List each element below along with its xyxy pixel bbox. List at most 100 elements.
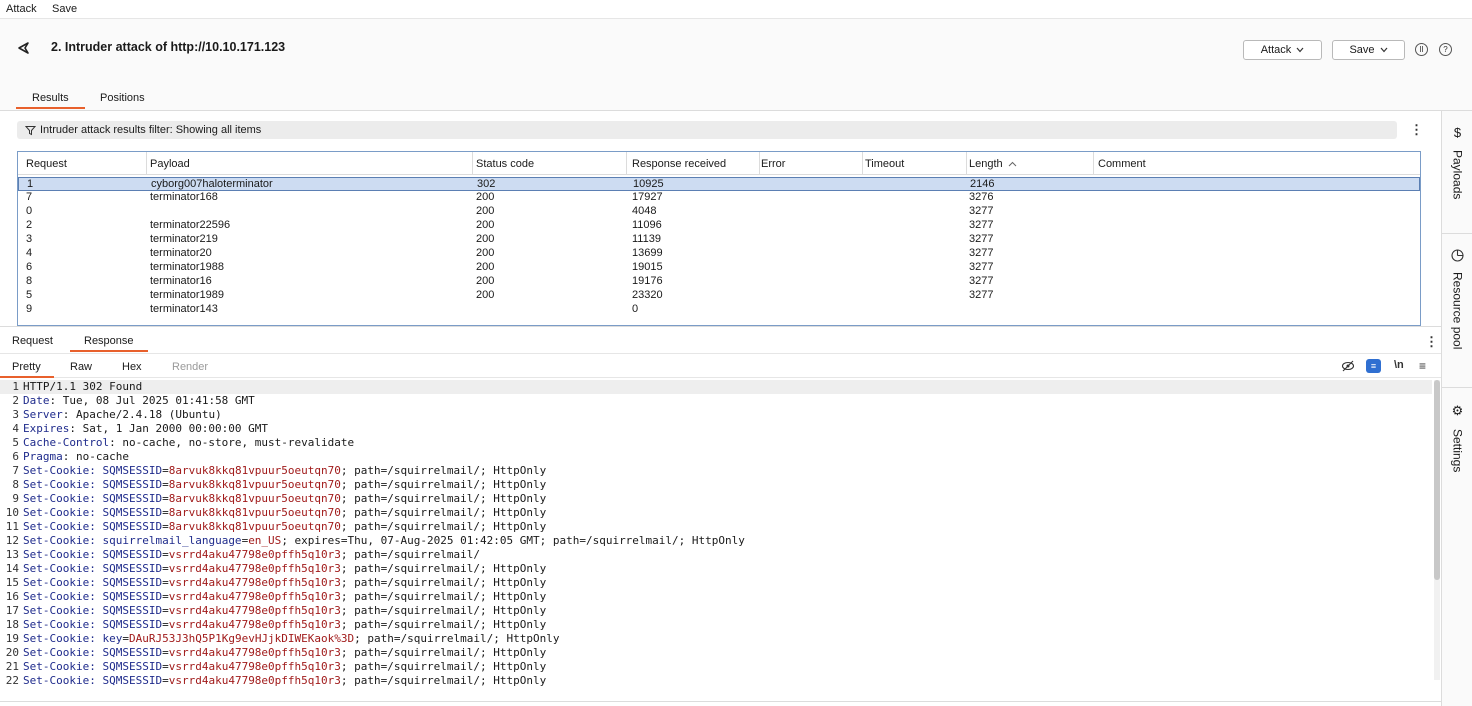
table-row[interactable]: 6 terminator1988 200 19015 3277	[18, 261, 1420, 275]
cookie-attributes: ; path=/squirrelmail/; HttpOnly	[340, 604, 547, 617]
table-row[interactable]: 0 200 4048 3277	[18, 205, 1420, 219]
column-header-payload[interactable]: Payload	[142, 152, 473, 175]
response-scrollbar[interactable]	[1434, 380, 1440, 680]
column-header-length[interactable]: Length	[961, 152, 1094, 175]
line-number: 15	[5, 576, 19, 589]
cell-payload: terminator143	[150, 303, 218, 315]
code-line: 20 Set-Cookie: SQMSESSID=vsrrd4aku47798e0…	[0, 646, 1432, 660]
cell-request: 1	[27, 178, 34, 190]
line-number: 19	[5, 632, 19, 645]
cell-status: 200	[476, 191, 495, 203]
cell-payload: terminator1988	[150, 261, 224, 273]
column-header-length-label: Length	[969, 157, 1003, 170]
table-row[interactable]: 5 terminator1989 200 23320 3277	[18, 289, 1420, 303]
results-filter-bar[interactable]: Intruder attack results filter: Showing …	[17, 121, 1397, 139]
cell-status: 200	[476, 247, 495, 259]
help-icon[interactable]: ?	[1439, 43, 1452, 56]
line-number: 1	[12, 380, 19, 393]
results-more-options-icon[interactable]: ⋮	[1410, 122, 1423, 138]
header-name: Set-Cookie:	[23, 660, 103, 673]
sidebar-item-settings[interactable]: ⚙ Settings	[1442, 403, 1472, 472]
cell-status: 200	[476, 205, 495, 217]
cell-response: 13699	[632, 247, 663, 259]
line-content: HTTP/1.1 302 Found	[23, 380, 142, 394]
table-row[interactable]: 7 terminator168 200 17927 3276	[18, 191, 1420, 205]
message-more-options-icon[interactable]: ⋮	[1425, 334, 1438, 350]
table-row[interactable]: 1 cyborg007haloterminator 302 10925 2146	[18, 177, 1420, 191]
cookie-value: 8arvuk8kkq81vpuur5oeutqn70	[168, 464, 341, 477]
response-editor[interactable]: 1 HTTP/1.1 302 Found 2 Date: Tue, 08 Jul 20…	[0, 380, 1432, 690]
attack-dropdown-button[interactable]: Attack	[1243, 40, 1322, 60]
line-number: 5	[12, 436, 19, 449]
cookie-name: SQMSESSID	[102, 576, 163, 589]
cell-length: 3277	[969, 205, 994, 217]
cell-response: 19176	[632, 275, 663, 287]
back-arrow-icon[interactable]	[16, 40, 32, 56]
code-line: 22 Set-Cookie: SQMSESSID=vsrrd4aku47798e0…	[0, 674, 1432, 688]
cell-payload: terminator168	[150, 191, 218, 203]
cookie-name: SQMSESSID	[102, 492, 163, 505]
cookie-name: SQMSESSID	[102, 548, 163, 561]
table-row[interactable]: 9 terminator143 0	[18, 303, 1420, 317]
header-value: HTTP/1.1 302 Found	[23, 380, 143, 393]
cell-status: 200	[476, 219, 495, 231]
tab-results[interactable]: Results	[32, 92, 69, 104]
cookie-attributes: ; path=/squirrelmail/; HttpOnly	[340, 478, 547, 491]
cell-request: 0	[26, 205, 33, 217]
line-number: 11	[5, 520, 19, 533]
cell-request: 5	[26, 289, 33, 301]
cookie-attributes: ; path=/squirrelmail/; HttpOnly	[340, 492, 547, 505]
split-divider[interactable]	[0, 326, 1441, 327]
table-row[interactable]: 2 terminator22596 200 11096 3277	[18, 219, 1420, 233]
table-row[interactable]: 8 terminator16 200 19176 3277	[18, 275, 1420, 289]
cell-length: 3277	[969, 261, 994, 273]
cookie-value: vsrrd4aku47798e0pffh5q10r3	[168, 604, 341, 617]
cookie-name: SQMSESSID	[102, 674, 163, 687]
tab-render[interactable]: Render	[172, 361, 208, 373]
sidebar-item-resource-pool[interactable]: Resource pool	[1442, 249, 1472, 349]
cell-status: 200	[476, 289, 495, 301]
filter-text: Intruder attack results filter: Showing …	[40, 124, 262, 136]
cell-payload: terminator22596	[150, 219, 231, 231]
line-number: 7	[12, 464, 19, 477]
cookie-attributes: ; path=/squirrelmail/; HttpOnly	[340, 520, 547, 533]
scrollbar-thumb[interactable]	[1434, 380, 1440, 580]
table-row[interactable]: 4 terminator20 200 13699 3277	[18, 247, 1420, 261]
equals-sign: =	[162, 562, 169, 575]
equals-sign: =	[122, 632, 129, 645]
tab-positions[interactable]: Positions	[100, 92, 145, 104]
menu-save[interactable]: Save	[52, 3, 77, 15]
column-header-timeout[interactable]: Timeout	[857, 152, 967, 175]
line-content: Set-Cookie: SQMSESSID=vsrrd4aku47798e0pf…	[23, 646, 546, 660]
header-name: Set-Cookie:	[23, 618, 103, 631]
save-dropdown-button[interactable]: Save	[1332, 40, 1405, 60]
header-name: Set-Cookie:	[23, 492, 103, 505]
pause-icon[interactable]: II	[1415, 43, 1428, 56]
column-header-status-code[interactable]: Status code	[468, 152, 627, 175]
hide-non-printable-icon[interactable]	[1341, 360, 1355, 372]
tab-hex[interactable]: Hex	[122, 361, 142, 373]
tab-response[interactable]: Response	[84, 335, 134, 347]
header-name: Set-Cookie:	[23, 464, 103, 477]
column-header-comment[interactable]: Comment	[1090, 152, 1420, 175]
menu-attack[interactable]: Attack	[6, 3, 37, 15]
column-header-error[interactable]: Error	[753, 152, 863, 175]
table-row[interactable]: 3 terminator219 200 11139 3277	[18, 233, 1420, 247]
line-number: 14	[5, 562, 19, 575]
cookie-attributes: ; path=/squirrelmail/; HttpOnly	[340, 660, 547, 673]
column-header-request[interactable]: Request	[18, 152, 147, 175]
sidebar-label-resource-pool: Resource pool	[1450, 272, 1465, 350]
line-content: Date: Tue, 08 Jul 2025 01:41:58 GMT	[23, 394, 255, 408]
tab-pretty[interactable]: Pretty	[12, 361, 41, 373]
cell-status: 200	[476, 261, 495, 273]
header-name: Pragma	[23, 450, 63, 463]
sidebar-item-payloads[interactable]: $ Payloads	[1442, 125, 1472, 199]
tab-request[interactable]: Request	[12, 335, 53, 347]
newline-icon[interactable]: \n	[1394, 359, 1404, 371]
code-line: 21 Set-Cookie: SQMSESSID=vsrrd4aku47798e0…	[0, 660, 1432, 674]
cookie-name: SQMSESSID	[102, 506, 163, 519]
column-header-response-received[interactable]: Response received	[624, 152, 760, 175]
menu-icon[interactable]: ≡	[1419, 359, 1426, 373]
word-wrap-icon[interactable]: ≡	[1366, 359, 1381, 373]
tab-raw[interactable]: Raw	[70, 361, 92, 373]
